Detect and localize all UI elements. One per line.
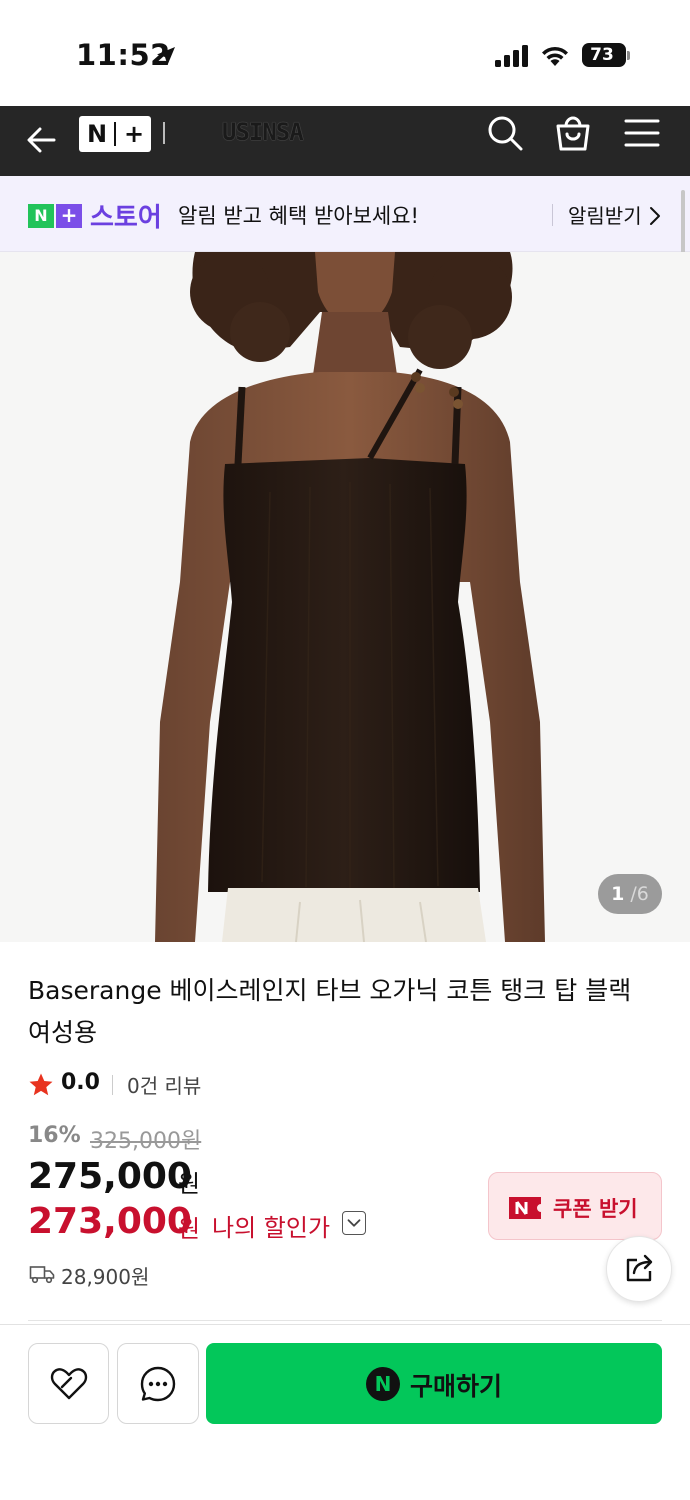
sale-price: 275,000 — [28, 1156, 192, 1197]
share-button[interactable] — [606, 1236, 672, 1302]
nav-divider — [163, 122, 165, 144]
section-divider — [28, 1320, 662, 1321]
back-arrow-icon[interactable] — [24, 120, 58, 160]
my-price-label: 나의 할인가 — [212, 1214, 331, 1242]
store-logo-n: N — [28, 204, 54, 228]
star-icon — [29, 1073, 53, 1096]
store-logo-plus: + — [56, 204, 82, 228]
chat-button[interactable] — [117, 1343, 199, 1424]
product-title: Baserange 베이스레인지 타브 오가닉 코튼 탱크 탑 블랙 여성용 — [28, 976, 632, 1047]
review-count-link[interactable]: 0건 리뷰 — [127, 1070, 201, 1099]
image-current: 1 — [611, 883, 625, 905]
heart-icon — [50, 1368, 88, 1400]
alert-subscribe-link[interactable]: 알림받기 — [568, 200, 642, 229]
cellular-signal-icon — [495, 45, 528, 67]
naver-plus-logo[interactable]: N + — [79, 116, 151, 152]
store-name: 스토어 — [90, 203, 162, 233]
battery-nub — [627, 51, 630, 60]
product-image[interactable] — [0, 252, 690, 942]
store-alert-banner: N + 스토어 알림 받고 혜택 받아보세요! 알림받기 — [0, 176, 690, 252]
discount-rate: 16% — [28, 1123, 81, 1148]
battery-indicator: 73 — [582, 43, 626, 67]
product-photo — [0, 252, 690, 942]
scrollbar[interactable] — [681, 190, 685, 260]
my-discount-price: 273,000 — [28, 1201, 192, 1242]
battery-level: 73 — [590, 45, 614, 65]
image-total: 6 — [636, 883, 649, 905]
store-logo: N + — [28, 204, 82, 228]
logo-n: N — [87, 120, 108, 148]
buy-button-label: 구매하기 — [410, 1372, 503, 1401]
delivery-truck-icon — [29, 1266, 55, 1284]
delivery-fee: 28,900원 — [61, 1265, 150, 1289]
hamburger-menu-icon[interactable] — [624, 118, 660, 148]
logo-plus: + — [124, 120, 145, 148]
rating-divider — [112, 1075, 113, 1095]
image-counter: 1 /6 — [598, 874, 662, 914]
brand-logo[interactable]: USINSA — [222, 118, 304, 146]
rating-score: 0.0 — [61, 1070, 100, 1095]
banner-divider — [552, 204, 553, 226]
chat-bubble-icon — [140, 1366, 176, 1402]
chevron-down-icon[interactable] — [342, 1211, 366, 1235]
share-icon — [626, 1254, 653, 1282]
status-bar: 11:52 73 — [0, 0, 690, 106]
get-coupon-button[interactable]: 쿠폰 받기 — [488, 1172, 662, 1240]
coupon-label: 쿠폰 받기 — [553, 1197, 638, 1221]
store-banner-message: 알림 받고 혜택 받아보세요! — [178, 204, 419, 228]
search-icon[interactable] — [486, 114, 524, 152]
shopping-bag-icon[interactable] — [554, 112, 592, 152]
buy-button[interactable]: N 구매하기 — [206, 1343, 662, 1424]
wifi-icon — [542, 46, 568, 66]
original-price: 325,000원 — [90, 1129, 202, 1154]
chevron-right-icon[interactable] — [648, 206, 662, 226]
naver-pay-icon: N — [366, 1367, 400, 1401]
like-button[interactable] — [28, 1343, 109, 1424]
sale-price-unit: 원 — [178, 1170, 201, 1198]
coupon-naver-icon — [509, 1197, 541, 1219]
my-price-unit: 원 — [178, 1215, 201, 1243]
location-arrow-icon — [157, 47, 175, 65]
logo-separator — [114, 122, 116, 146]
product-page: 11:52 73 N + USINSA N + 스토어 알림 받고 혜택 받아보… — [0, 0, 690, 1500]
